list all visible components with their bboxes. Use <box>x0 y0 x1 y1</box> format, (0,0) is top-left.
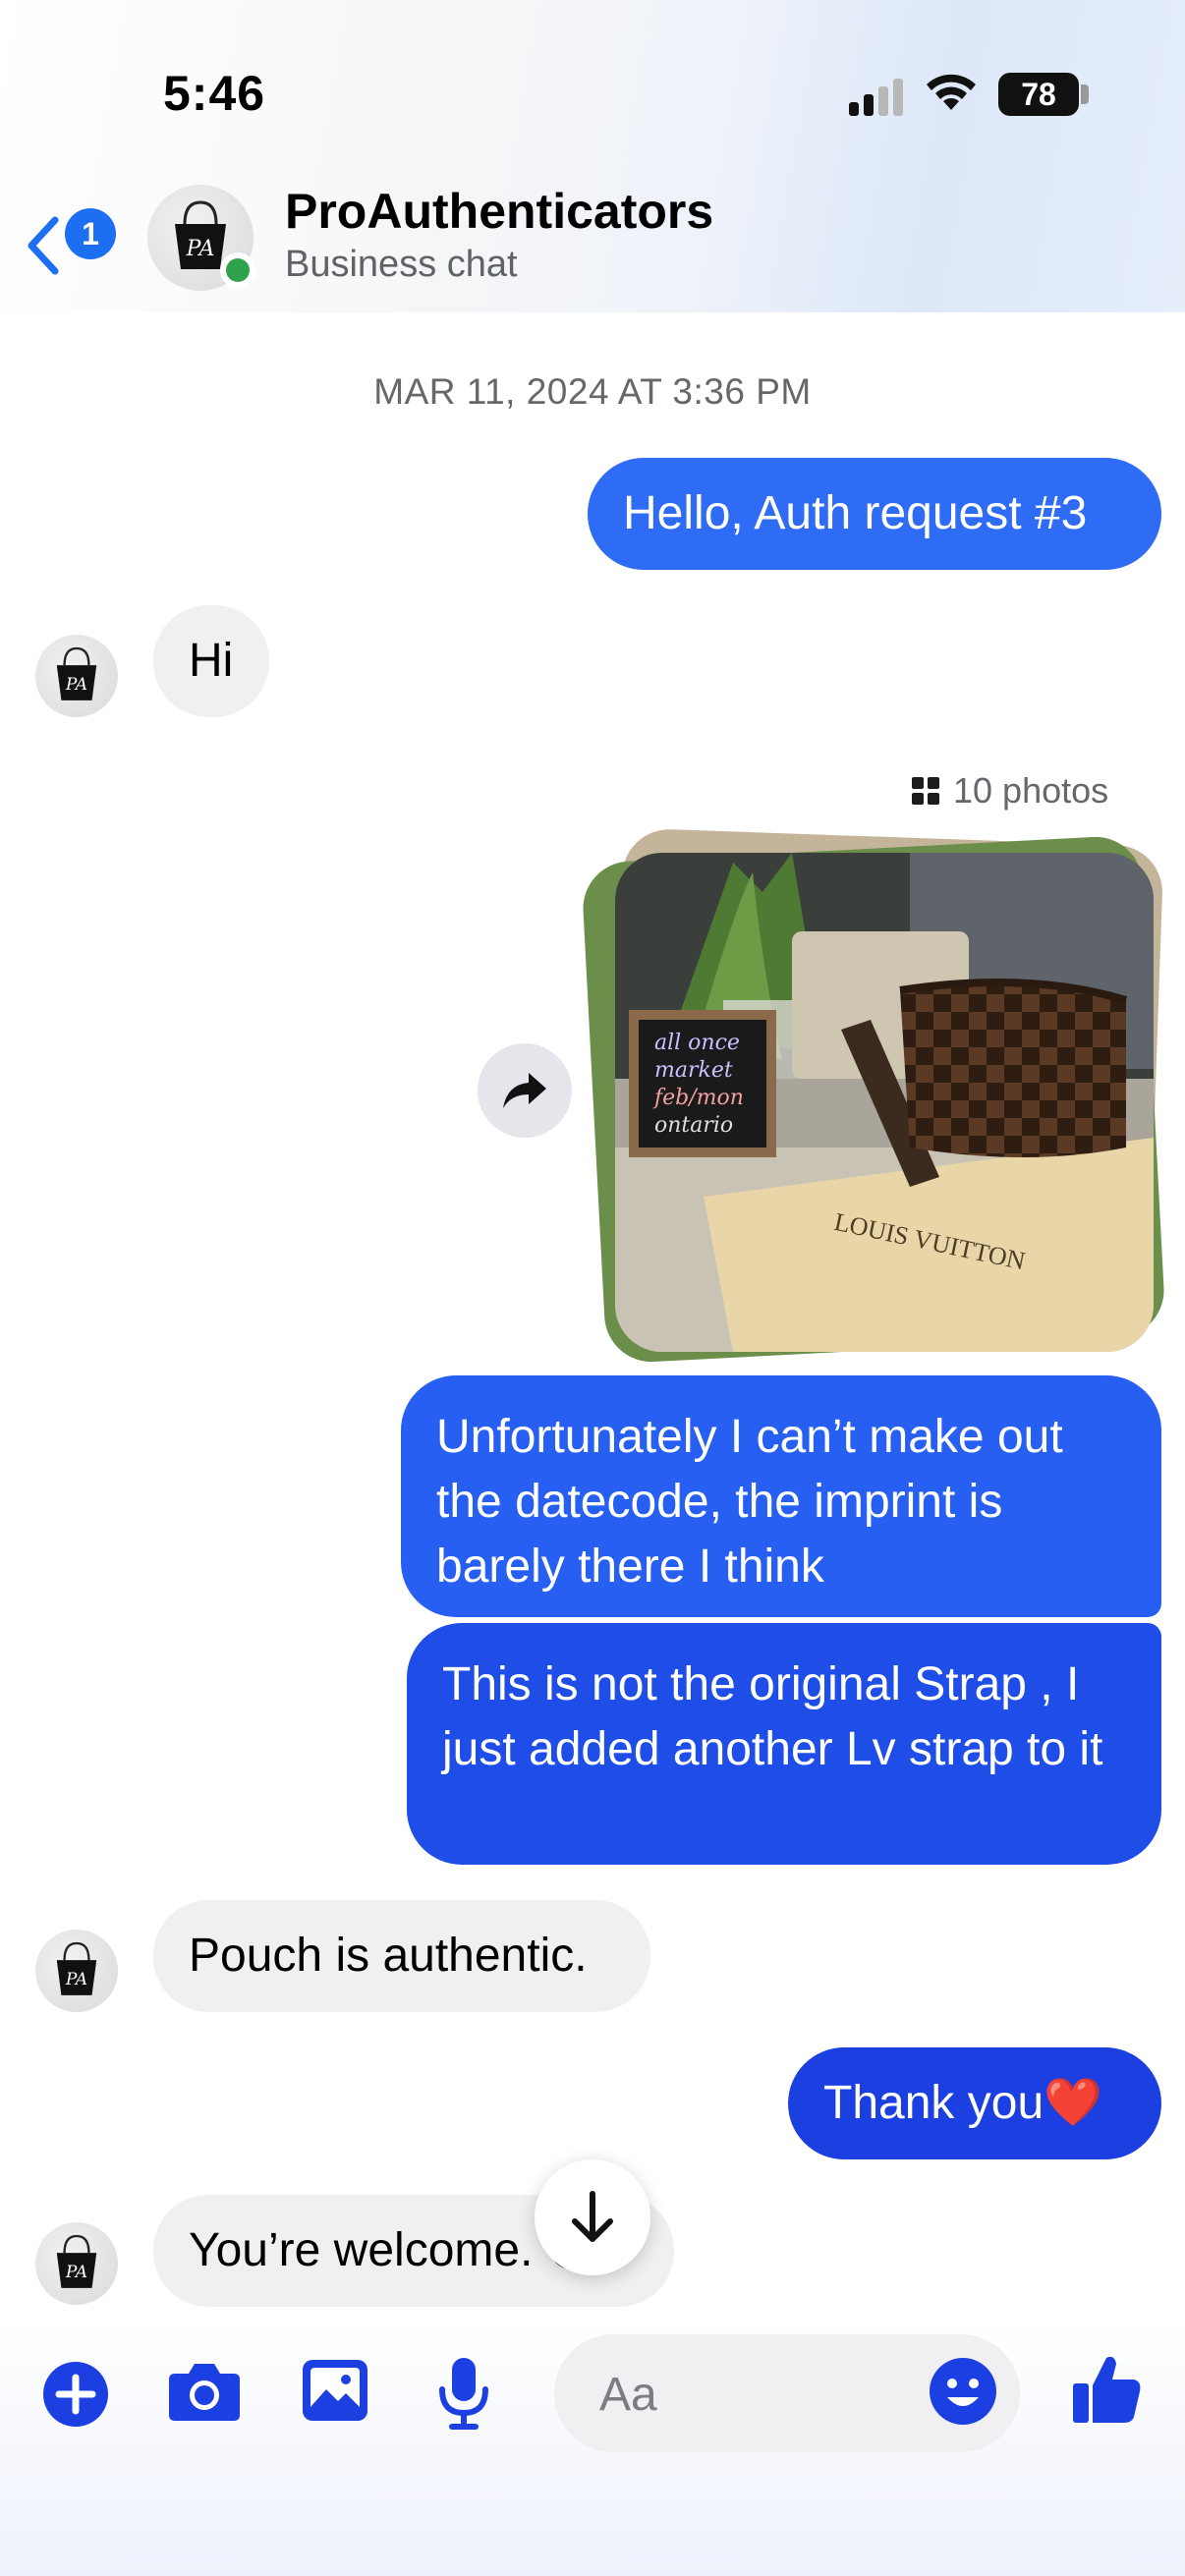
thumbs-up-icon <box>1073 2356 1141 2423</box>
message-input[interactable]: Aa <box>554 2334 1020 2452</box>
svg-text:PA: PA <box>186 237 215 261</box>
message-outgoing[interactable]: Unfortunately I can’t make out the datec… <box>401 1375 1161 1617</box>
battery-cap <box>1081 84 1089 104</box>
chalkboard-line-1: all once <box>654 1031 740 1055</box>
sender-avatar[interactable]: PA <box>35 2222 118 2305</box>
photo-stack[interactable]: LOUIS VUITTON all once market feb/mon on… <box>581 827 1166 1365</box>
voice-message-button[interactable] <box>436 2356 491 2436</box>
status-time: 5:46 <box>163 66 266 121</box>
battery-icon: 78 <box>998 73 1079 116</box>
gallery-button[interactable] <box>301 2358 369 2428</box>
svg-text:PA: PA <box>65 1970 87 1989</box>
message-outgoing[interactable]: Thank you❤️ <box>788 2047 1161 2159</box>
status-bar: 5:46 78 <box>0 0 1185 177</box>
bag-logo-icon: PA <box>56 2234 97 2288</box>
camera-icon <box>169 2364 240 2421</box>
message-incoming[interactable]: Hi <box>153 605 269 717</box>
plus-icon <box>43 2362 108 2427</box>
svg-text:PA: PA <box>65 675 87 695</box>
microphone-icon <box>439 2358 488 2430</box>
chat-header: 1 PA ProAuthenticators Business chat <box>0 177 1185 312</box>
photo-preview[interactable]: LOUIS VUITTON all once market feb/mon on… <box>615 853 1154 1352</box>
like-button[interactable] <box>1071 2352 1142 2430</box>
sender-avatar[interactable]: PA <box>35 635 118 717</box>
date-stamp: MAR 11, 2024 AT 3:36 PM <box>373 371 812 412</box>
photos-count-label: 10 photos <box>953 770 1109 811</box>
grid-icon <box>912 777 939 805</box>
message-outgoing[interactable]: This is not the original Strap , I just … <box>407 1623 1161 1865</box>
photos-count[interactable]: 10 photos <box>912 770 1108 812</box>
bag-photo: LOUIS VUITTON all once market feb/mon on… <box>615 853 1154 1352</box>
composer-bar: Aa <box>0 2319 1185 2576</box>
online-indicator <box>220 252 255 288</box>
more-actions-button[interactable] <box>41 2360 110 2434</box>
back-button[interactable]: 1 <box>24 206 122 285</box>
chalkboard-line-3: feb/mon <box>652 1086 744 1110</box>
image-icon <box>303 2360 367 2421</box>
svg-text:PA: PA <box>65 2263 87 2282</box>
chalkboard-line-4: ontario <box>654 1113 733 1138</box>
emoji-icon[interactable] <box>928 2356 998 2427</box>
cellular-signal-icon <box>849 79 903 116</box>
contact-subtitle: Business chat <box>285 244 518 285</box>
share-button[interactable] <box>478 1043 572 1138</box>
arrow-down-icon <box>572 2191 613 2242</box>
chalkboard-line-2: market <box>654 1058 733 1083</box>
camera-button[interactable] <box>167 2358 242 2428</box>
message-outgoing[interactable]: Hello, Auth request #3 <box>588 458 1161 570</box>
contact-name[interactable]: ProAuthenticators <box>285 183 713 240</box>
sender-avatar[interactable]: PA <box>35 1930 118 2012</box>
bag-logo-icon: PA <box>56 646 97 700</box>
message-incoming[interactable]: Pouch is authentic. <box>153 1900 650 2012</box>
bag-logo-icon: PA <box>56 1941 97 1995</box>
unread-badge: 1 <box>65 208 116 259</box>
wifi-icon <box>927 74 976 110</box>
message-input-placeholder: Aa <box>599 2369 657 2421</box>
scroll-to-bottom-button[interactable] <box>535 2159 650 2275</box>
share-arrow-icon <box>503 1073 546 1108</box>
chevron-left-icon <box>28 216 59 275</box>
